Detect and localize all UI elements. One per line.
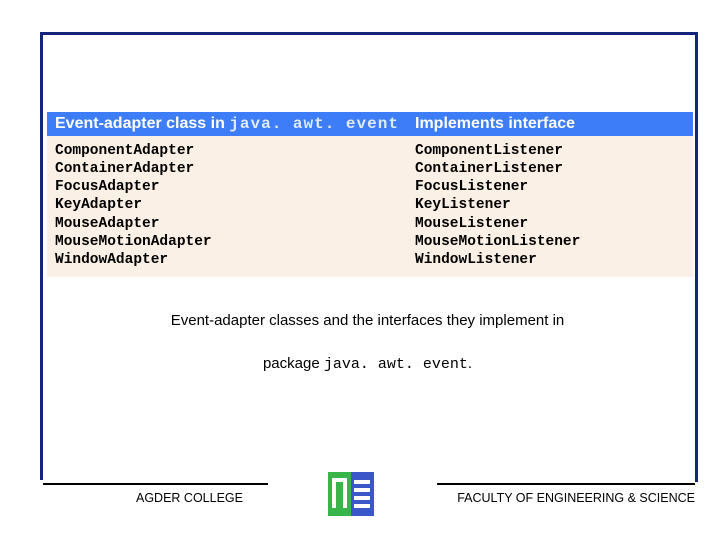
caption-line2-suffix: . (468, 355, 472, 372)
caption-line2-code: java. awt. event (324, 356, 468, 373)
header-col1-code: java. awt. event (229, 115, 399, 133)
caption-line2-prefix: package (263, 355, 324, 372)
table-header-col2: Implements interface (415, 115, 685, 133)
header-col1-text: Event-adapter class in (55, 115, 229, 132)
footer-right-rule (437, 483, 695, 485)
caption-line2: package java. awt. event. (40, 355, 695, 373)
adapters-column: ComponentAdapter ContainerAdapter FocusA… (55, 142, 415, 269)
caption: Event-adapter classes and the interfaces… (40, 312, 695, 373)
footer-right: FACULTY OF ENGINEERING & SCIENCE (457, 491, 695, 505)
table-header-row: Event-adapter class in java. awt. event … (47, 112, 693, 136)
agder-logo-icon (328, 472, 374, 516)
listeners-column: ComponentListener ContainerListener Focu… (415, 142, 685, 269)
footer-left-rule (43, 483, 268, 485)
footer-left: AGDER COLLEGE (136, 491, 243, 505)
caption-line1: Event-adapter classes and the interfaces… (40, 312, 695, 329)
adapter-table: Event-adapter class in java. awt. event … (47, 112, 693, 277)
table-header-col1: Event-adapter class in java. awt. event (55, 115, 415, 133)
table-body: ComponentAdapter ContainerAdapter FocusA… (47, 136, 693, 277)
